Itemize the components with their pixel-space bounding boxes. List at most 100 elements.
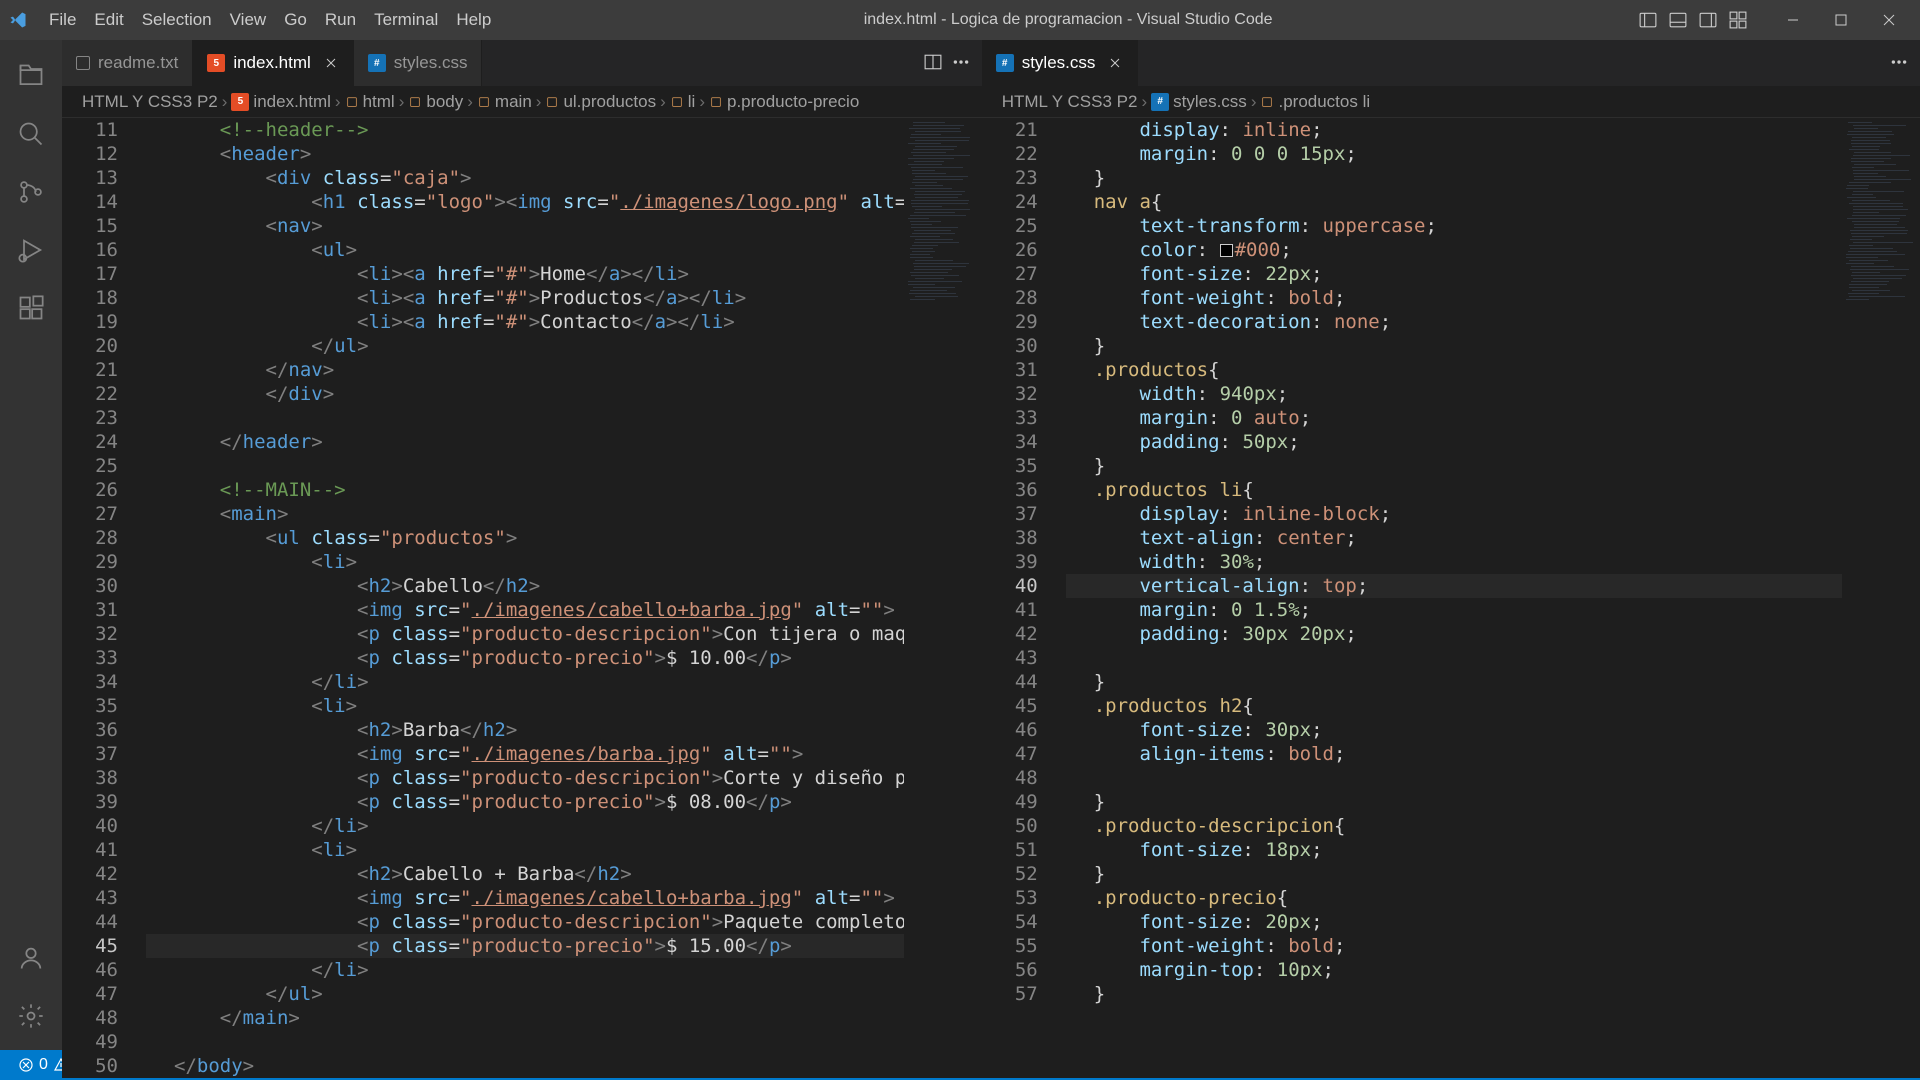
breadcrumb-right[interactable]: HTML Y CSS3 P2›# styles.css› .productos … [982,86,1920,118]
code-line[interactable]: } [1066,454,1920,478]
tab-styles-css[interactable]: #styles.css [354,40,483,86]
line-number[interactable]: 55 [982,934,1038,958]
minimap-left[interactable] [904,118,982,1078]
line-number[interactable]: 46 [62,958,118,982]
line-number[interactable]: 22 [62,382,118,406]
code-line[interactable]: </body> [146,1054,982,1078]
menu-run[interactable]: Run [316,10,365,29]
code-line[interactable]: margin: 0 1.5%; [1066,598,1920,622]
code-line[interactable] [1066,646,1920,670]
line-number[interactable]: 45 [982,694,1038,718]
debug-icon[interactable] [7,226,55,274]
code-line[interactable]: .producto-precio{ [1066,886,1920,910]
code-line[interactable]: <li> [146,550,982,574]
line-number[interactable]: 11 [62,118,118,142]
line-number[interactable]: 49 [62,1030,118,1054]
line-number[interactable]: 34 [62,670,118,694]
code-line[interactable]: </ul> [146,982,982,1006]
line-number[interactable]: 56 [982,958,1038,982]
code-line[interactable]: <h2>Barba</h2> [146,718,982,742]
settings-icon[interactable] [7,992,55,1040]
code-line[interactable] [146,406,982,430]
line-number[interactable]: 42 [982,622,1038,646]
code-line[interactable]: <li><a href="#">Productos</a></li> [146,286,982,310]
breadcrumb-item[interactable]: 5 index.html [231,92,330,112]
code-line[interactable]: font-size: 18px; [1066,838,1920,862]
code-line[interactable]: <p class="producto-precio">$ 15.00</p> [146,934,982,958]
line-number[interactable]: 48 [62,1006,118,1030]
code-line[interactable]: } [1066,862,1920,886]
line-number[interactable]: 53 [982,886,1038,910]
breadcrumb-item[interactable]: .productos li [1260,92,1370,112]
code-line[interactable]: font-size: 30px; [1066,718,1920,742]
code-line[interactable]: font-weight: bold; [1066,286,1920,310]
breadcrumb-item[interactable]: main [477,92,532,112]
code-line[interactable]: <img src="./imagenes/barba.jpg" alt=""> [146,742,982,766]
line-number[interactable]: 32 [982,382,1038,406]
breadcrumb-item[interactable]: html [345,92,395,112]
line-number[interactable]: 37 [982,502,1038,526]
line-number[interactable]: 19 [62,310,118,334]
minimize-button[interactable] [1770,5,1816,35]
line-number[interactable]: 35 [62,694,118,718]
maximize-button[interactable] [1818,5,1864,35]
line-number[interactable]: 24 [982,190,1038,214]
code-line[interactable]: <h1 class="logo"><img src="./imagenes/lo… [146,190,982,214]
line-number[interactable]: 47 [62,982,118,1006]
line-number[interactable]: 57 [982,982,1038,1006]
line-number[interactable]: 42 [62,862,118,886]
line-number[interactable]: 54 [982,910,1038,934]
line-number[interactable]: 25 [982,214,1038,238]
code-line[interactable]: margin: 0 0 0 15px; [1066,142,1920,166]
close-icon[interactable] [1107,55,1123,71]
code-line[interactable]: font-weight: bold; [1066,934,1920,958]
line-number[interactable]: 27 [982,262,1038,286]
close-icon[interactable] [323,55,339,71]
line-number[interactable]: 44 [62,910,118,934]
tab-readme-txt[interactable]: readme.txt [62,40,193,86]
line-number[interactable]: 37 [62,742,118,766]
code-line[interactable]: <!--header--> [146,118,982,142]
code-line[interactable]: </div> [146,382,982,406]
line-number[interactable]: 40 [62,814,118,838]
line-number[interactable]: 40 [982,574,1038,598]
layout-toggle-sidebar-icon[interactable] [1636,8,1660,32]
line-number[interactable]: 38 [982,526,1038,550]
code-line[interactable] [1066,766,1920,790]
code-line[interactable]: </main> [146,1006,982,1030]
code-line[interactable]: </li> [146,670,982,694]
code-line[interactable]: } [1066,166,1920,190]
code-line[interactable]: </li> [146,958,982,982]
explorer-icon[interactable] [7,52,55,100]
code-line[interactable]: nav a{ [1066,190,1920,214]
line-number[interactable]: 26 [62,478,118,502]
menu-go[interactable]: Go [275,10,316,29]
code-line[interactable]: <li><a href="#">Contacto</a></li> [146,310,982,334]
code-line[interactable]: } [1066,670,1920,694]
code-line[interactable]: padding: 50px; [1066,430,1920,454]
tab-styles-css[interactable]: #styles.css [982,40,1139,86]
line-number[interactable]: 43 [982,646,1038,670]
code-line[interactable]: text-decoration: none; [1066,310,1920,334]
code-line[interactable]: </header> [146,430,982,454]
code-line[interactable]: .productos{ [1066,358,1920,382]
menu-terminal[interactable]: Terminal [365,10,447,29]
source-control-icon[interactable] [7,168,55,216]
breadcrumb-item[interactable]: HTML Y CSS3 P2 [1002,92,1138,112]
breadcrumb-item[interactable]: body [408,92,463,112]
tab-index-html[interactable]: 5index.html [193,40,353,86]
line-number[interactable]: 29 [62,550,118,574]
menu-file[interactable]: File [40,10,85,29]
line-number[interactable]: 21 [62,358,118,382]
line-number[interactable]: 14 [62,190,118,214]
code-line[interactable]: align-items: bold; [1066,742,1920,766]
line-number[interactable]: 50 [982,814,1038,838]
breadcrumb-item[interactable]: p.producto-precio [709,92,859,112]
line-number[interactable]: 27 [62,502,118,526]
line-number[interactable]: 48 [982,766,1038,790]
minimap-right[interactable] [1842,118,1920,1078]
code-line[interactable]: <p class="producto-precio">$ 10.00</p> [146,646,982,670]
accounts-icon[interactable] [7,934,55,982]
code-line[interactable]: margin: 0 auto; [1066,406,1920,430]
code-line[interactable]: <main> [146,502,982,526]
